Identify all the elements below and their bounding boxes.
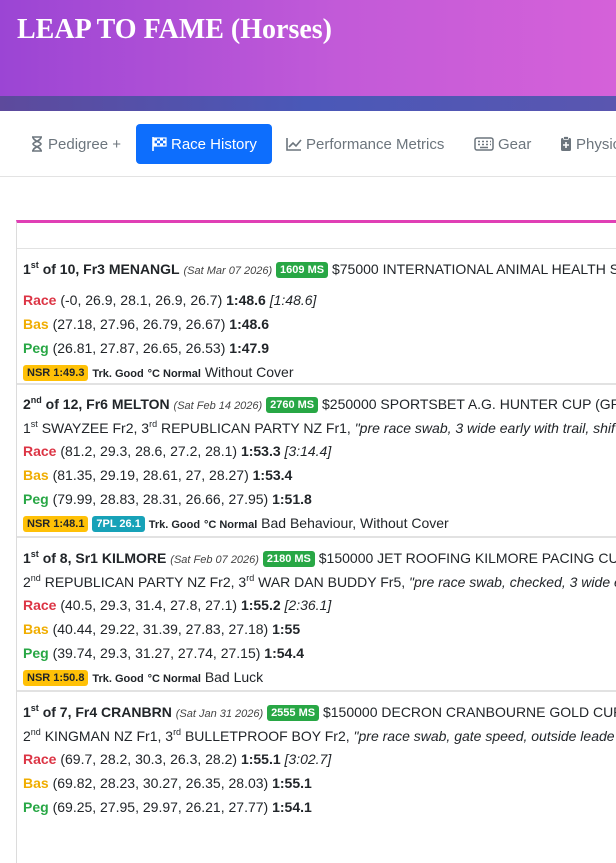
finish-position: 1st of 8, Sr1 KILMORE: [23, 549, 167, 567]
nsr-badge: NSR 1:49.3: [23, 365, 89, 381]
steward-comment: "pre race swab, checked, 3 wide e: [409, 574, 616, 590]
distance-badge: 2555 MS: [267, 705, 320, 721]
race-notes: Bad Luck: [204, 669, 264, 685]
race-header: 1st of 7, Fr4 CRANBRN (Sat Jan 31 2026) …: [23, 703, 616, 723]
race-conditions-row: NSR 1:49.3 Trk. Good °C Normal Without C…: [23, 363, 294, 383]
distance-badge: 2180 MS: [262, 551, 315, 567]
track-condition: Trk. Good: [92, 368, 144, 380]
tab-gear[interactable]: Gear: [474, 124, 531, 164]
peg-splits-row: Peg (39.74, 29.3, 31.27, 27.74, 27.15) 1…: [23, 645, 304, 661]
line-chart-icon: [286, 137, 302, 151]
race-header: 1st of 8, Sr1 KILMORE (Sat Feb 07 2026) …: [23, 549, 616, 569]
race-title: $75000 INTERNATIONAL ANIMAL HEALTH S: [331, 261, 616, 277]
distance-badge: 1609 MS: [276, 262, 329, 278]
placings-row: 1st SWAYZEE Fr2, 3rd REPUBLICAN PARTY NZ…: [23, 419, 615, 437]
distance-badge: 2760 MS: [266, 397, 319, 413]
nsr-badge: NSR 1:50.8: [23, 670, 89, 686]
race-splits-row: Race (40.5, 29.3, 31.4, 27.8, 27.1) 1:55…: [23, 597, 332, 613]
weather: °C Normal: [147, 673, 201, 685]
header-strip: [0, 96, 616, 111]
race-conditions-row: NSR 1:48.1 7PL 26.1 Trk. Good °C Normal …: [23, 514, 449, 534]
race-date: (Sat Feb 14 2026): [173, 400, 263, 412]
finish-position: 2nd of 12, Fr6 MELTON: [23, 395, 170, 413]
tab-physical[interactable]: Physic: [560, 124, 616, 164]
bas-splits-row: Bas (27.18, 27.96, 26.79, 26.67) 1:48.6: [23, 316, 269, 332]
race-card: 1st of 10, Fr3 MENANGL (Sat Mar 07 2026)…: [17, 248, 616, 385]
tab-label: Gear: [498, 135, 532, 153]
peg-splits-row: Peg (79.99, 28.83, 28.31, 26.66, 27.95) …: [23, 491, 312, 507]
track-condition: Trk. Good: [92, 673, 144, 685]
tab-race-history[interactable]: Race History: [136, 124, 272, 164]
race-notes: Bad Behaviour, Without Cover: [261, 515, 449, 531]
race-notes: Without Cover: [204, 364, 294, 380]
placing-badge: 7PL 26.1: [92, 516, 145, 532]
finish-position: 1st of 7, Fr4 CRANBRN: [23, 703, 172, 721]
weather: °C Normal: [203, 519, 258, 531]
peg-splits-row: Peg (26.81, 27.87, 26.65, 26.53) 1:47.9: [23, 340, 269, 356]
bas-splits-row: Bas (40.44, 29.22, 31.39, 27.83, 27.18) …: [23, 621, 301, 637]
page-header: LEAP TO FAME (Horses): [0, 0, 616, 96]
tab-label: Race History: [171, 135, 257, 153]
bas-splits-row: Bas (81.35, 29.19, 28.61, 27, 28.27) 1:5…: [23, 467, 293, 483]
race-card: 2nd of 12, Fr6 MELTON (Sat Feb 14 2026) …: [17, 384, 616, 538]
steward-comment: "pre race swab, gate speed, outside lead…: [353, 728, 615, 744]
race-card: 1st of 8, Sr1 KILMORE (Sat Feb 07 2026) …: [17, 538, 616, 692]
race-splits-row: Race (69.7, 28.2, 30.3, 26.3, 28.2) 1:55…: [23, 751, 332, 767]
page-title: LEAP TO FAME (Horses): [17, 14, 332, 45]
tab-label: Pedigree +: [48, 135, 121, 153]
tab-pedigree[interactable]: Pedigree +: [30, 124, 121, 164]
race-header: 1st of 10, Fr3 MENANGL (Sat Mar 07 2026)…: [23, 260, 616, 280]
race-history-panel: 1st of 10, Fr3 MENANGL (Sat Mar 07 2026)…: [16, 220, 616, 863]
weather: °C Normal: [147, 368, 201, 380]
race-splits-row: Race (81.2, 29.3, 28.6, 27.2, 28.1) 1:53…: [23, 443, 332, 459]
race-conditions-row: NSR 1:50.8 Trk. Good °C Normal Bad Luck: [23, 668, 263, 688]
race-title: $150000 JET ROOFING KILMORE PACING CUP: [318, 550, 616, 566]
nsr-badge: NSR 1:48.1: [23, 516, 89, 532]
race-date: (Sat Mar 07 2026): [183, 265, 273, 277]
tab-label: Performance Metrics: [306, 135, 445, 153]
placings-row: 2nd REPUBLICAN PARTY NZ Fr2, 3rd WAR DAN…: [23, 573, 616, 591]
race-splits-row: Race (-0, 26.9, 28.1, 26.9, 26.7) 1:48.6…: [23, 292, 317, 308]
hourglass-icon: [30, 136, 44, 152]
finish-position: 1st of 10, Fr3 MENANGL: [23, 260, 180, 278]
bas-splits-row: Bas (69.82, 28.23, 30.27, 26.35, 28.03) …: [23, 775, 312, 791]
tab-bar: Pedigree + Race History Performance Metr…: [0, 111, 616, 177]
peg-splits-row: Peg (69.25, 27.95, 29.97, 26.21, 27.77) …: [23, 799, 312, 815]
keyboard-icon: [474, 137, 494, 151]
race-title: $150000 DECRON CRANBOURNE GOLD CUP: [322, 704, 616, 720]
track-condition: Trk. Good: [148, 519, 201, 531]
tab-performance-metrics[interactable]: Performance Metrics: [286, 124, 444, 164]
race-date: (Sat Feb 07 2026): [170, 554, 259, 566]
clipboard-icon: [560, 136, 572, 152]
steward-comment: "pre race swab, 3 wide early with trail,…: [354, 420, 615, 436]
race-title: $250000 SPORTSBET A.G. HUNTER CUP (GRO: [322, 396, 616, 412]
race-date: (Sat Jan 31 2026): [175, 708, 264, 720]
race-card: 1st of 7, Fr4 CRANBRN (Sat Jan 31 2026) …: [17, 692, 616, 852]
checkered-flag-icon: [151, 136, 167, 152]
tab-label: Physic: [576, 135, 616, 153]
race-header: 2nd of 12, Fr6 MELTON (Sat Feb 14 2026) …: [23, 395, 616, 415]
placings-row: 2nd KINGMAN NZ Fr1, 3rd BULLETPROOF BOY …: [23, 727, 615, 745]
